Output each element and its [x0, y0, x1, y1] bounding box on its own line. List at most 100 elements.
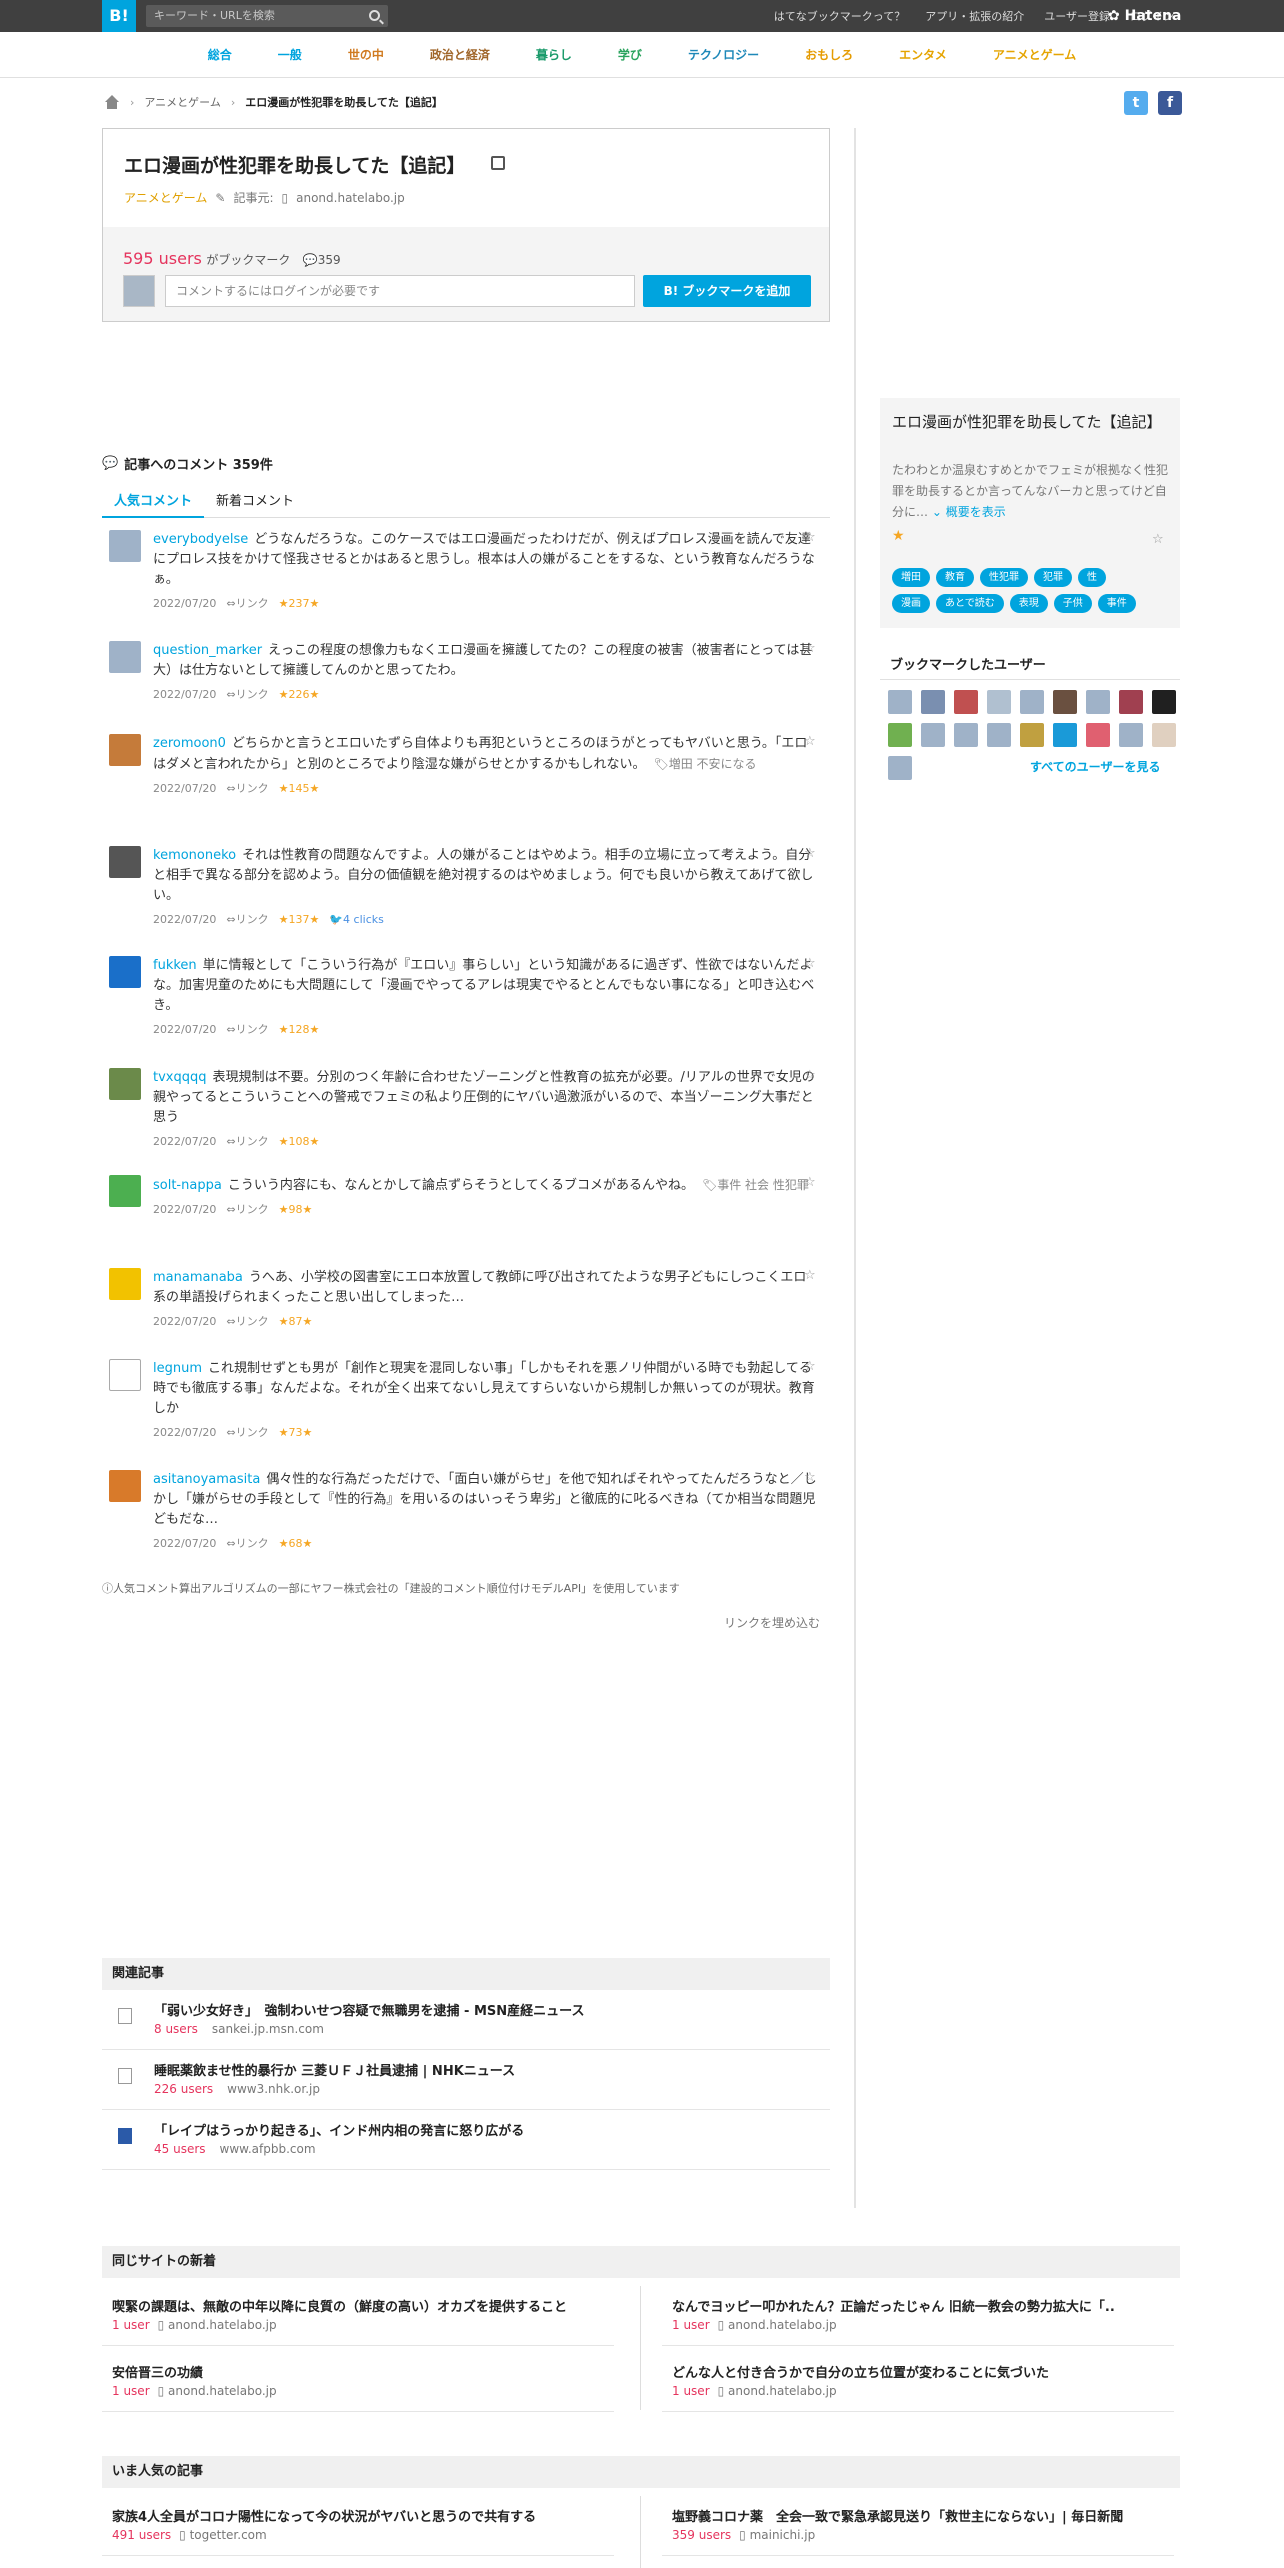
hatena-brand-link[interactable]: ✿ Hatena: [1108, 0, 1181, 32]
all-users-link[interactable]: すべてのユーザーを見る: [1030, 758, 1160, 775]
comment-date[interactable]: 2022/07/20: [153, 1426, 216, 1439]
avatar[interactable]: [109, 641, 141, 673]
related-item[interactable]: 「弱い少女好き」 強制わいせつ容疑で無職男を逮捕 - MSN産経ニュース 8 us…: [102, 1990, 830, 2050]
comment-input[interactable]: コメントするにはログインが必要です: [165, 275, 635, 307]
category-5[interactable]: 学び: [618, 46, 642, 63]
users-count[interactable]: 595 users: [123, 249, 202, 268]
comment-date[interactable]: 2022/07/20: [153, 597, 216, 610]
related-title[interactable]: 睡眠薬飲ませ性的暴行か 三菱ＵＦＪ社員逮捕 | NHKニュース: [154, 2060, 515, 2079]
add-star-icon[interactable]: ☆: [804, 1068, 818, 1083]
related-title[interactable]: 「レイプはうっかり起きる」、インド州内相の発言に怒り広がる: [154, 2120, 524, 2139]
star-count[interactable]: ★98★: [279, 1203, 313, 1216]
star-count[interactable]: ★145★: [279, 782, 320, 795]
avatar[interactable]: [987, 723, 1011, 747]
star-count[interactable]: ★108★: [279, 1135, 320, 1148]
item-title[interactable]: 喫緊の課題は、無敵の中年以降に良質の（鮮度の高い）オカズを提供すること: [112, 2296, 607, 2315]
related-title[interactable]: 「弱い少女好き」 強制わいせつ容疑で無職男を逮捕 - MSN産経ニュース: [154, 2000, 584, 2019]
avatar[interactable]: [1152, 723, 1176, 747]
avatar[interactable]: [1119, 690, 1143, 714]
twitter-share-icon[interactable]: t: [1124, 91, 1148, 115]
avatar[interactable]: [954, 723, 978, 747]
avatar[interactable]: [1086, 690, 1110, 714]
avatar[interactable]: [987, 690, 1011, 714]
tag-漫画[interactable]: 漫画: [892, 594, 930, 613]
sidebar-title[interactable]: エロ漫画が性犯罪を助長してた【追記】: [892, 410, 1172, 434]
avatar[interactable]: [888, 723, 912, 747]
avatar[interactable]: [954, 690, 978, 714]
star-count[interactable]: ★128★: [279, 1023, 320, 1036]
tag-性犯罪[interactable]: 性犯罪: [980, 568, 1028, 587]
comment-user[interactable]: asitanoyamasita: [153, 1472, 260, 1487]
category-1[interactable]: 一般: [278, 46, 302, 63]
signup-link[interactable]: ユーザー登録: [1044, 8, 1110, 24]
comment-link[interactable]: ⇔リンク: [226, 1203, 268, 1216]
tab-new-comments[interactable]: 新着コメント: [204, 486, 306, 518]
item-title[interactable]: 塩野義コロナ薬 全会一致で緊急承認見送り「救世主にならない」| 毎日新聞: [672, 2506, 1167, 2525]
add-star-icon[interactable]: ☆: [804, 1175, 818, 1190]
comment-user[interactable]: solt-nappa: [153, 1178, 222, 1193]
list-item[interactable]: 喫緊の課題は、無敵の中年以降に良質の（鮮度の高い）オカズを提供すること 1 use…: [102, 2286, 614, 2346]
category-6[interactable]: テクノロジー: [688, 46, 759, 63]
add-star-icon[interactable]: ☆: [804, 641, 818, 656]
comment-link[interactable]: ⇔リンク: [226, 597, 268, 610]
breadcrumb-category[interactable]: アニメとゲーム: [144, 94, 220, 110]
category-3[interactable]: 政治と経済: [430, 46, 490, 63]
list-item[interactable]: 家族4人全員がコロナ陽性になって今の状況がヤバいと思うので共有する 491 use…: [102, 2496, 614, 2556]
comment-user[interactable]: zeromoon0: [153, 736, 226, 751]
tag-増田[interactable]: 増田: [892, 568, 930, 587]
avatar[interactable]: [1086, 723, 1110, 747]
related-item[interactable]: 睡眠薬飲ませ性的暴行か 三菱ＵＦＪ社員逮捕 | NHKニュース 226 users…: [102, 2050, 830, 2110]
avatar[interactable]: [109, 530, 141, 562]
item-title[interactable]: どんな人と付き合うかで自分の立ち位置が変わることに気づいた: [672, 2362, 1167, 2381]
apps-link[interactable]: アプリ・拡張の紹介: [925, 8, 1024, 24]
tag-性[interactable]: 性: [1078, 568, 1106, 587]
entry-category[interactable]: アニメとゲーム: [124, 189, 207, 206]
comment-date[interactable]: 2022/07/20: [153, 1537, 216, 1550]
add-star-icon[interactable]: ☆: [804, 956, 818, 971]
comment-link[interactable]: ⇔リンク: [226, 1023, 268, 1036]
comment-user[interactable]: question_marker: [153, 643, 262, 658]
list-item[interactable]: 塩野義コロナ薬 全会一致で緊急承認見送り「救世主にならない」| 毎日新聞 359 …: [662, 2496, 1174, 2556]
comment-date[interactable]: 2022/07/20: [153, 688, 216, 701]
tag-犯罪[interactable]: 犯罪: [1034, 568, 1072, 587]
star-count[interactable]: ★87★: [279, 1315, 313, 1328]
avatar[interactable]: [1020, 690, 1044, 714]
avatar[interactable]: [921, 723, 945, 747]
comment-date[interactable]: 2022/07/20: [153, 1023, 216, 1036]
comment-user[interactable]: kemononeko: [153, 848, 236, 863]
comment-user[interactable]: tvxqqqq: [153, 1070, 207, 1085]
comment-user[interactable]: legnum: [153, 1361, 202, 1376]
item-title[interactable]: 家族4人全員がコロナ陽性になって今の状況がヤバいと思うので共有する: [112, 2506, 607, 2525]
tab-popular-comments[interactable]: 人気コメント: [102, 486, 205, 518]
category-9[interactable]: アニメとゲーム: [993, 46, 1076, 63]
avatar[interactable]: [888, 756, 912, 780]
comment-user[interactable]: everybodyelse: [153, 532, 248, 547]
tag-あとで読む[interactable]: あとで読む: [936, 594, 1004, 613]
comment-date[interactable]: 2022/07/20: [153, 1315, 216, 1328]
avatar[interactable]: [109, 1268, 141, 1300]
comment-link[interactable]: ⇔リンク: [226, 1135, 268, 1148]
avatar[interactable]: [109, 734, 141, 766]
home-icon[interactable]: [104, 95, 120, 109]
avatar[interactable]: [1020, 723, 1044, 747]
star-count[interactable]: ★137★: [279, 913, 320, 926]
comment-link[interactable]: ⇔リンク: [226, 1315, 268, 1328]
external-link-icon[interactable]: [491, 156, 505, 170]
add-star-icon[interactable]: ☆: [1152, 532, 1164, 547]
avatar[interactable]: [109, 1359, 141, 1391]
item-title[interactable]: なんでヨッピー叩かれたん？正論だったじゃん 旧統一教会の勢力拡大に「..: [672, 2296, 1167, 2315]
avatar[interactable]: [109, 1175, 141, 1207]
related-users[interactable]: 8 users: [154, 2022, 198, 2036]
comment-tags[interactable]: 🏷増田 不安になる: [653, 757, 756, 771]
category-2[interactable]: 世の中: [348, 46, 384, 63]
item-users[interactable]: 1 user: [112, 2384, 150, 2398]
category-0[interactable]: 総合: [208, 46, 232, 63]
add-bookmark-button[interactable]: B! ブックマークを追加: [643, 275, 811, 307]
avatar[interactable]: [109, 1068, 141, 1100]
avatar[interactable]: [109, 846, 141, 878]
add-star-icon[interactable]: ☆: [804, 1470, 818, 1485]
comment-date[interactable]: 2022/07/20: [153, 1135, 216, 1148]
entry-source[interactable]: anond.hatelabo.jp: [296, 191, 405, 205]
related-users[interactable]: 45 users: [154, 2142, 206, 2156]
comment-date[interactable]: 2022/07/20: [153, 913, 216, 926]
